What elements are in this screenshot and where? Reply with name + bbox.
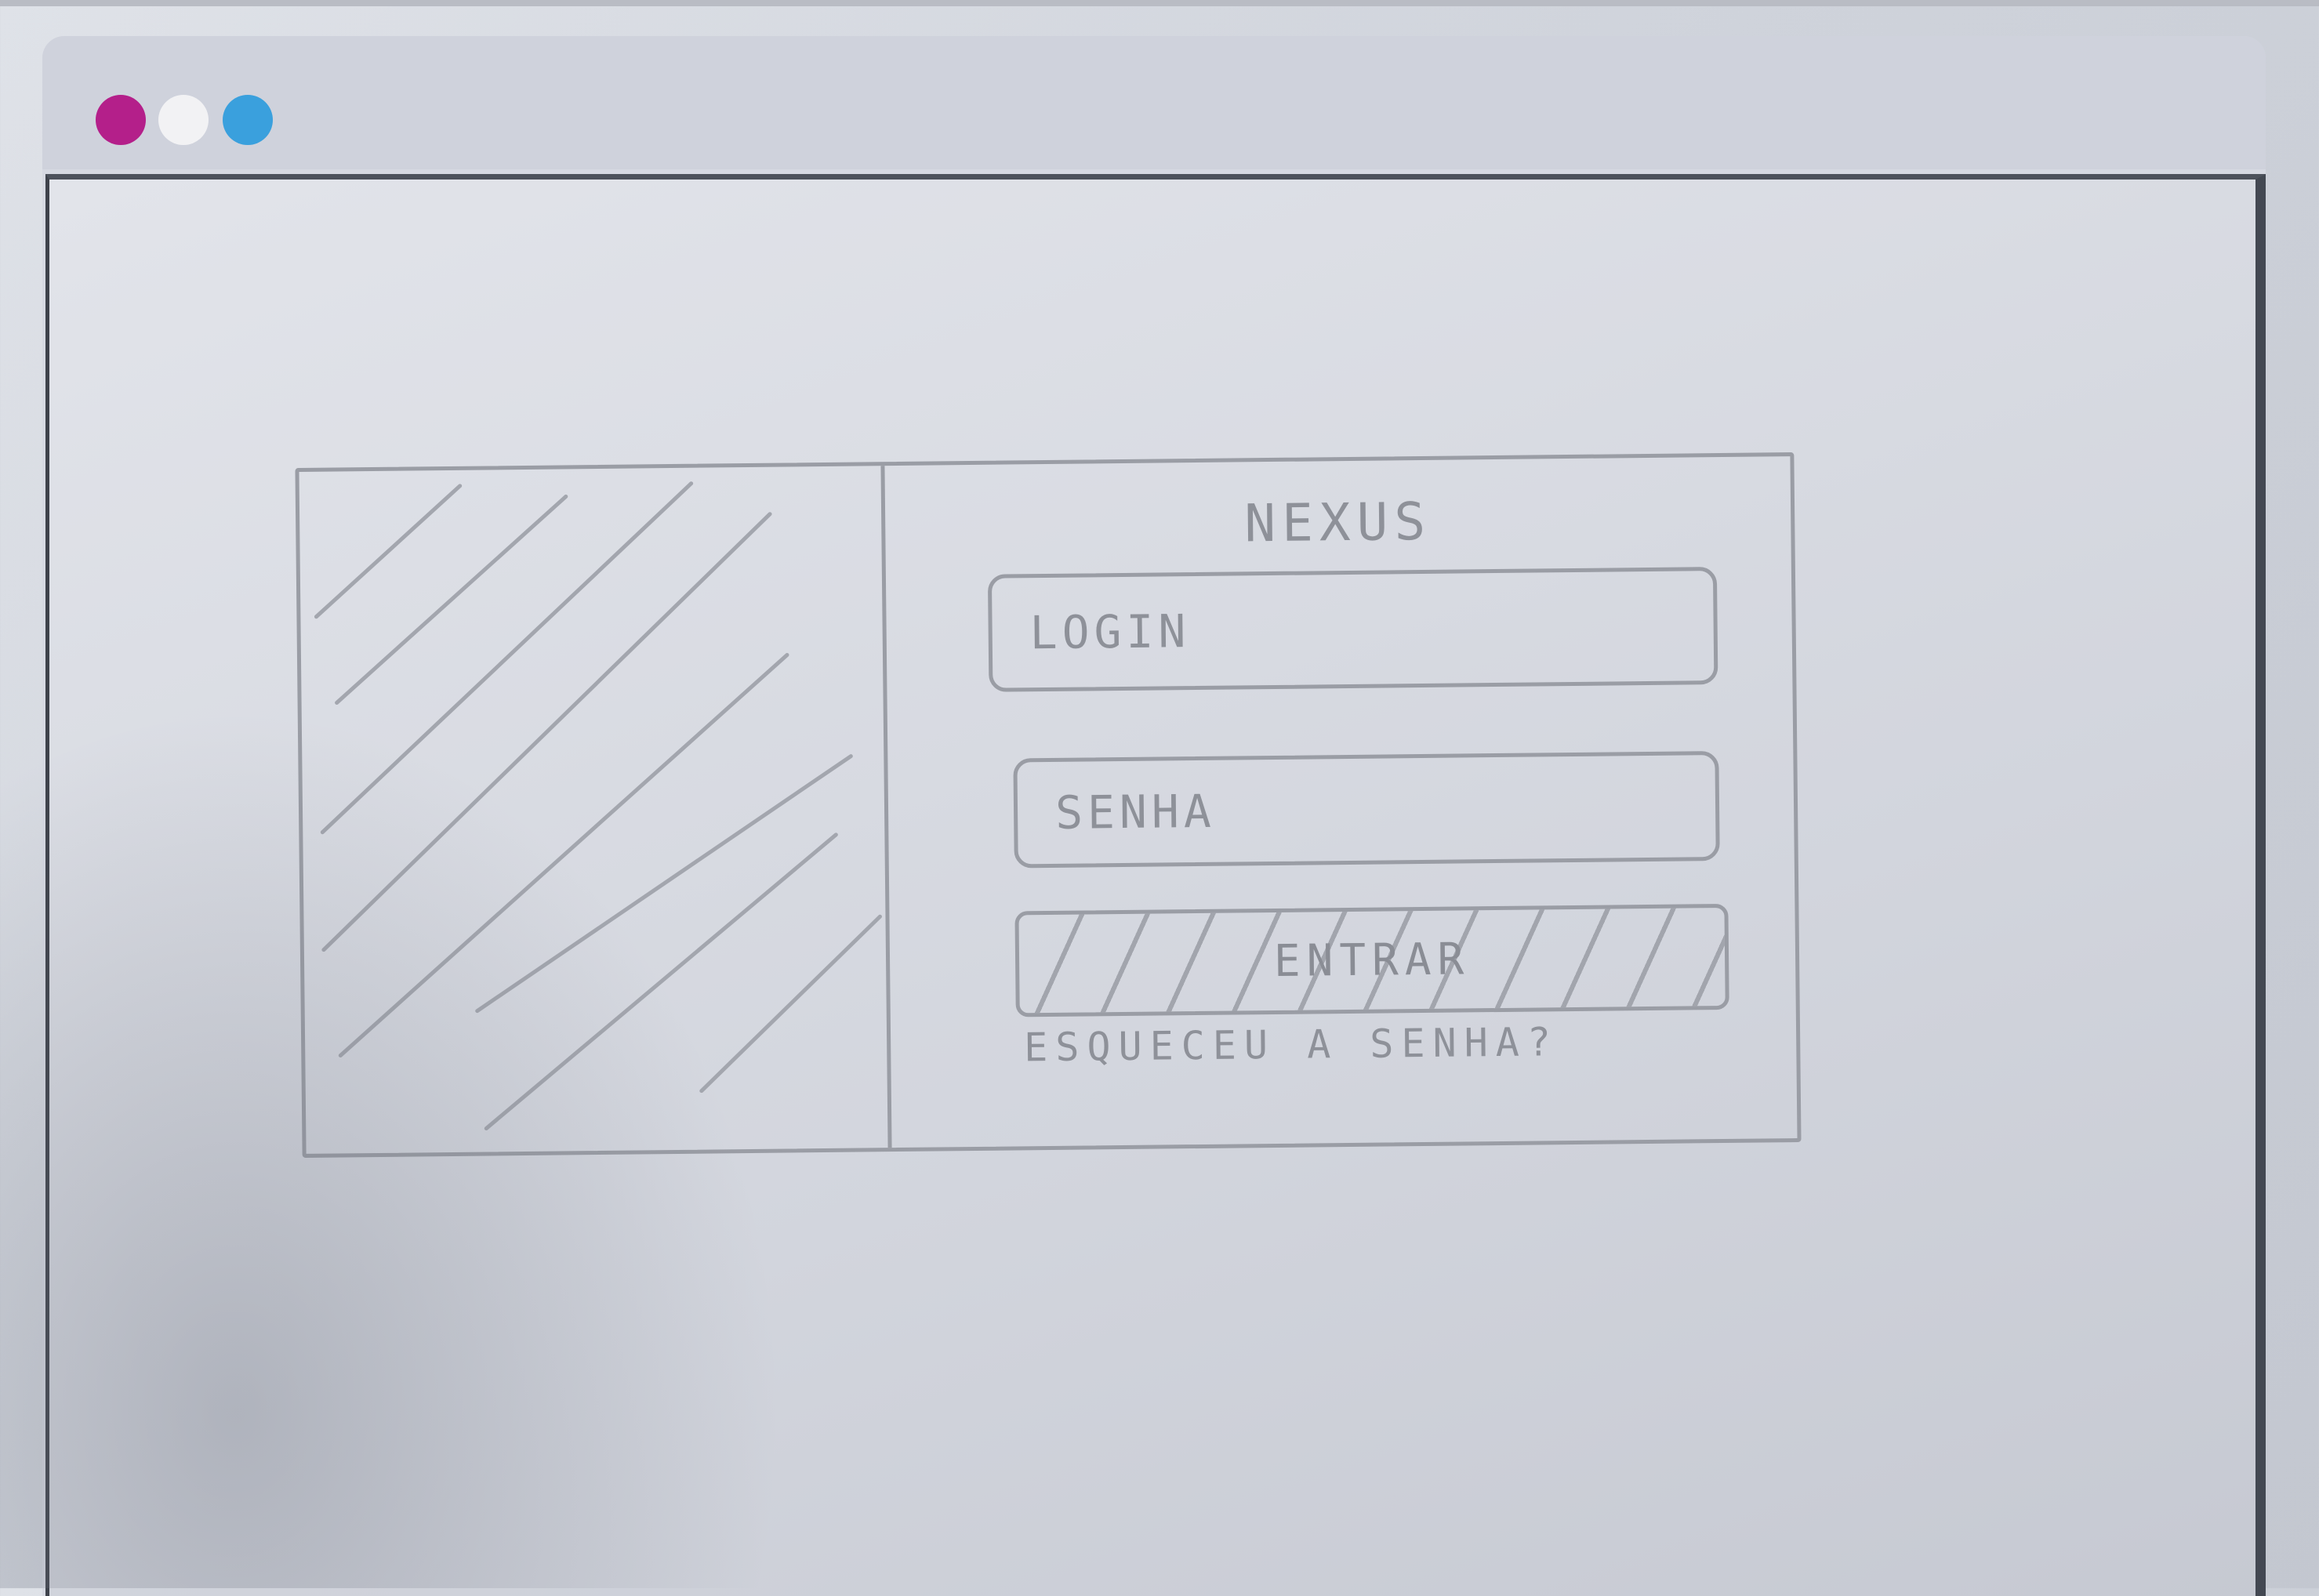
page-content: NEXUS ENTRAR ESQUECEU A SENHA? (45, 174, 2266, 1596)
image-placeholder-hatching (314, 481, 882, 1131)
login-input[interactable] (987, 567, 1718, 692)
login-card: NEXUS ENTRAR ESQUECEU A SENHA? (295, 452, 1802, 1158)
minimize-window-button[interactable] (158, 95, 209, 145)
brand-title: NEXUS (1244, 491, 1432, 554)
close-window-button[interactable] (96, 95, 146, 145)
image-placeholder (299, 466, 892, 1154)
enter-button[interactable]: ENTRAR (1014, 903, 1729, 1017)
login-form: NEXUS ENTRAR ESQUECEU A SENHA? (884, 456, 1797, 1148)
paper-edge (0, 0, 2319, 6)
forgot-password-link[interactable]: ESQUECEU A SENHA? (1024, 1019, 1559, 1070)
maximize-window-button[interactable] (223, 95, 273, 145)
password-input[interactable] (1013, 751, 1720, 869)
browser-window: NEXUS ENTRAR ESQUECEU A SENHA? (42, 36, 2266, 1596)
title-bar (42, 36, 2266, 169)
